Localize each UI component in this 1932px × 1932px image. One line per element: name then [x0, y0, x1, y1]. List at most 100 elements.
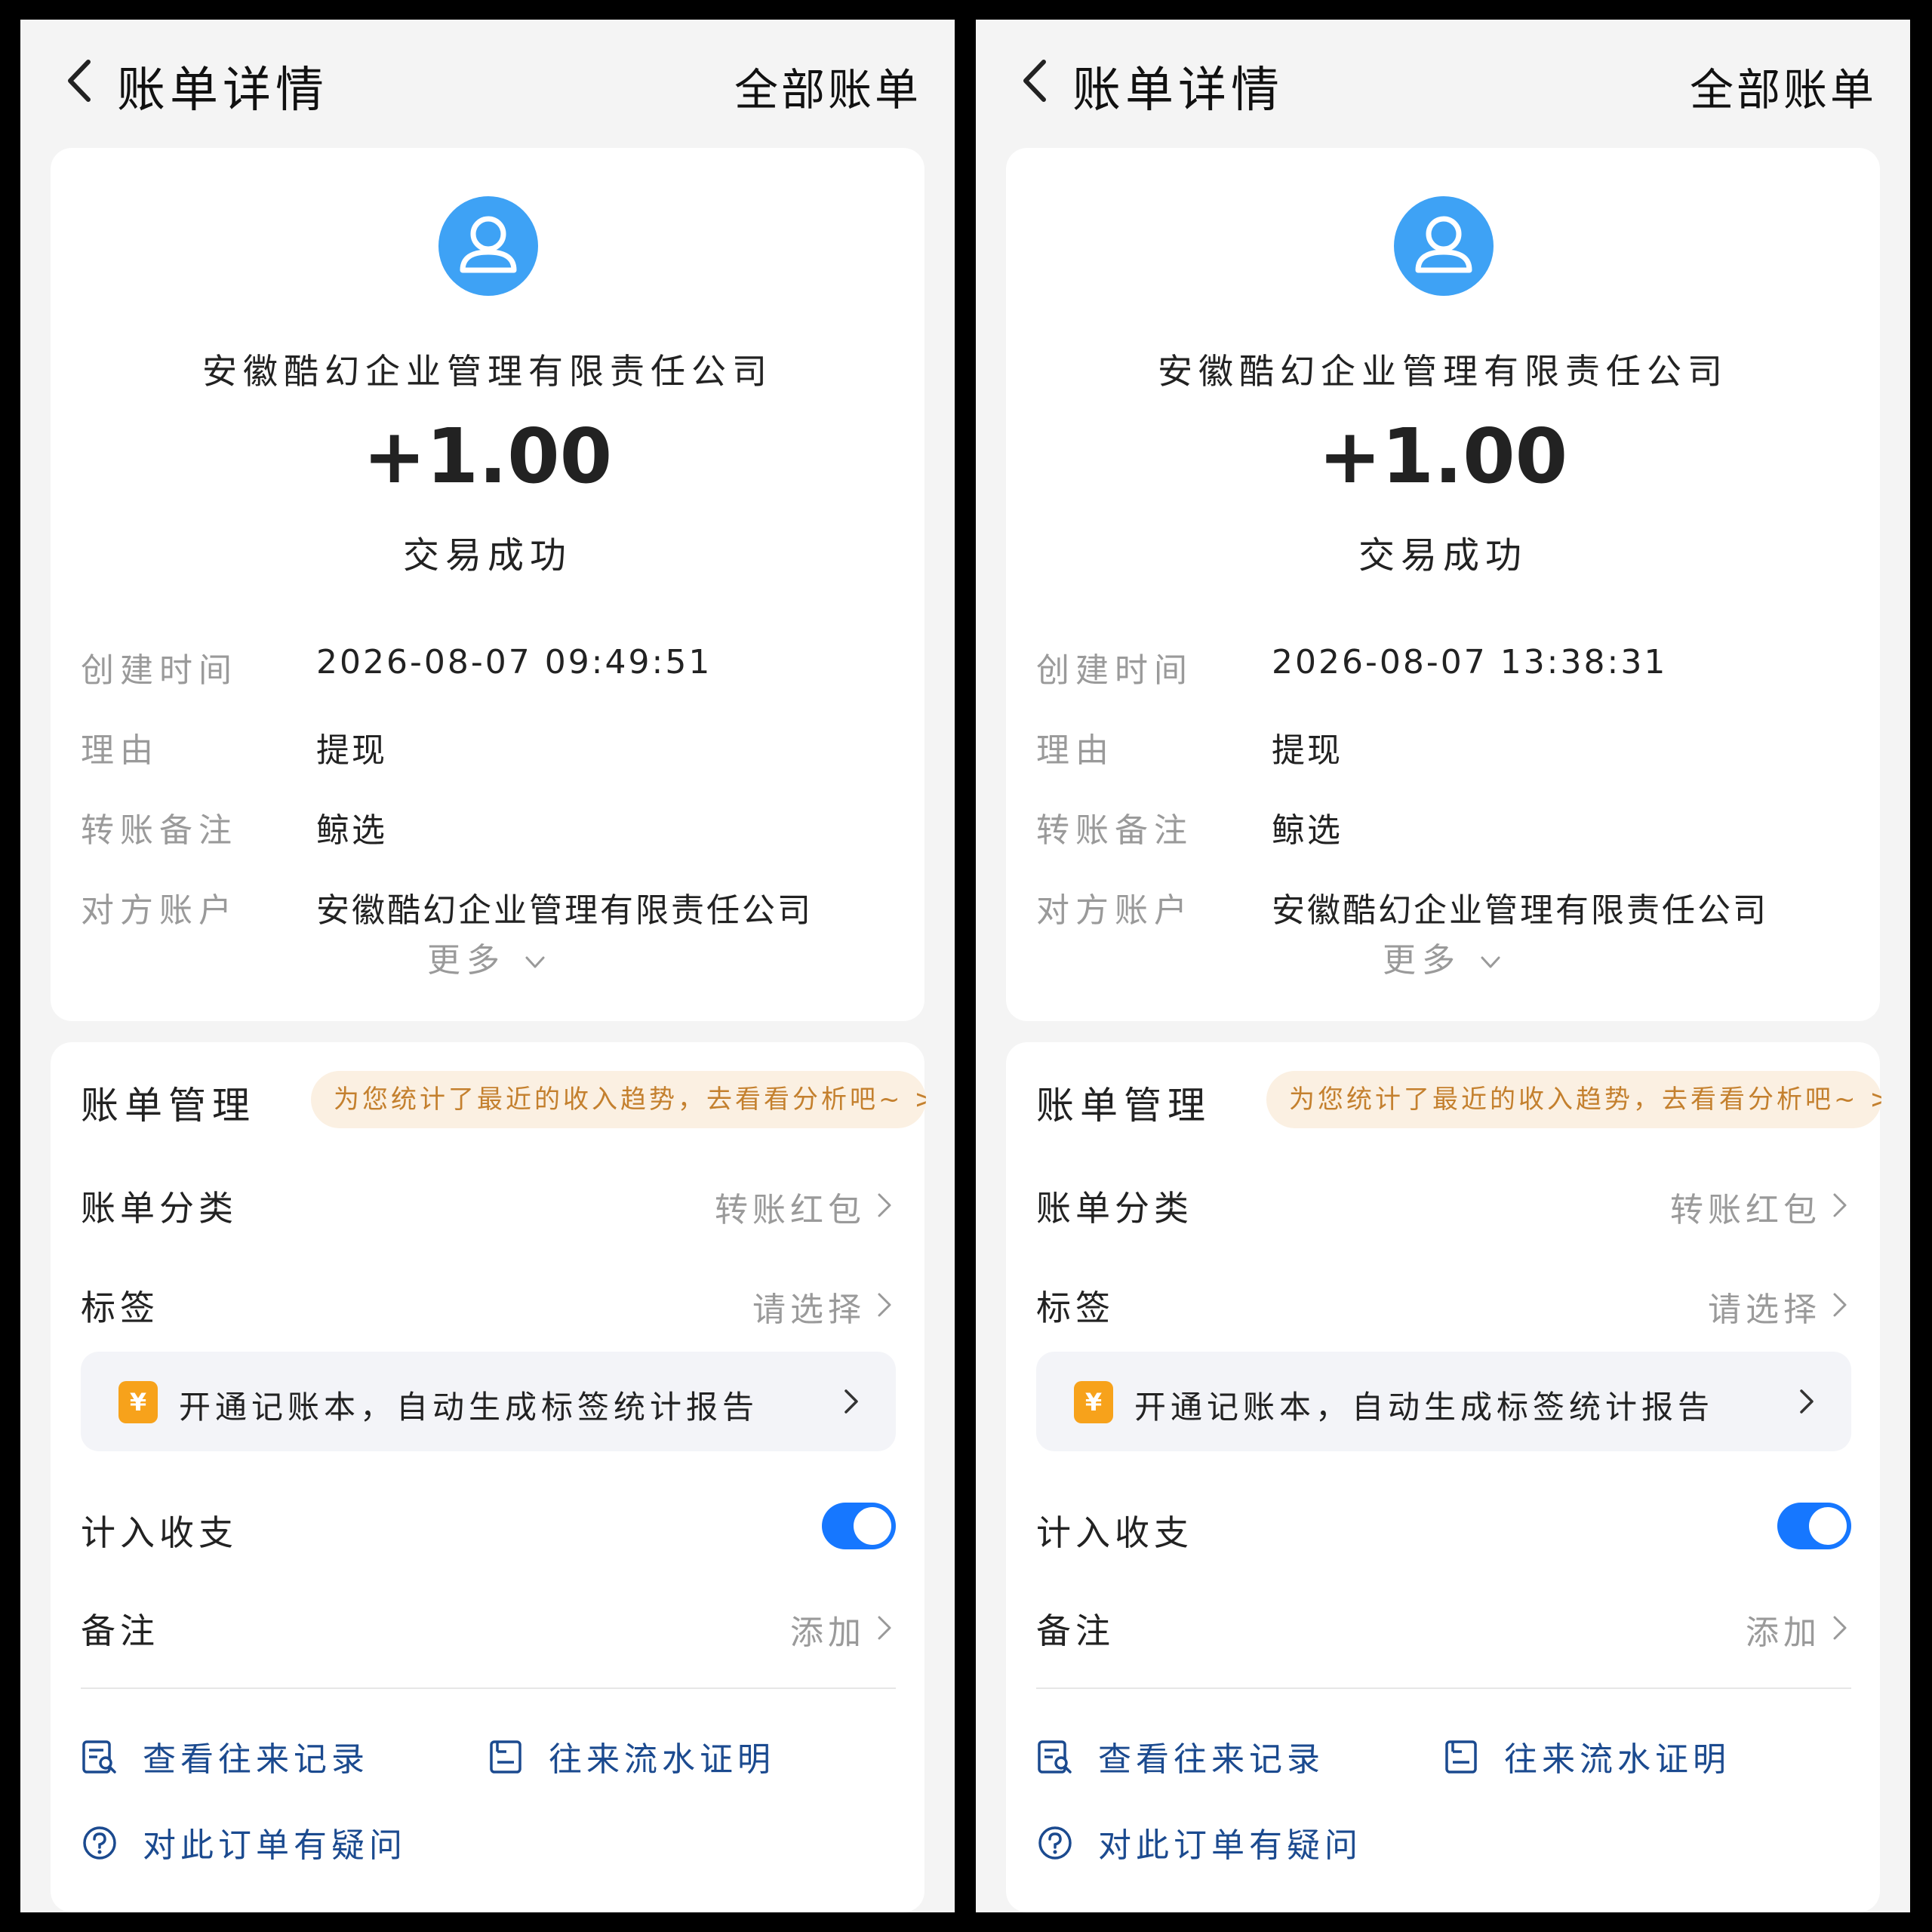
bill-category-row[interactable]: 账单分类 转账红包 — [1036, 1171, 1851, 1238]
detail-row-counterparty: 对方账户 安徽酷幻企业管理有限责任公司 — [81, 878, 896, 931]
include-in-stats-toggle[interactable] — [1777, 1503, 1851, 1549]
chevron-right-icon — [1795, 1383, 1818, 1420]
document-icon — [1442, 1738, 1480, 1776]
chevron-down-icon — [1481, 956, 1500, 968]
bill-detail-screen-right: 账单详情 全部账单 安徽酷幻企业管理有限责任公司 +1.00 交易成功 创建时间… — [976, 20, 1910, 1912]
tags-row[interactable]: 标签 请选择 — [81, 1270, 896, 1338]
transaction-proof-link[interactable]: 往来流水证明 — [487, 1727, 894, 1788]
detail-label: 创建时间 — [81, 651, 238, 690]
transaction-amount: +1.00 — [362, 412, 613, 500]
transaction-summary-card: 安徽酷幻企业管理有限责任公司 +1.00 交易成功 创建时间 2026-08-0… — [51, 148, 924, 1021]
detail-value: 鲸选 — [1272, 811, 1343, 850]
detail-label: 转账备注 — [81, 811, 238, 850]
more-button[interactable]: 更多 — [51, 933, 924, 981]
include-in-stats-row: 计入收支 — [81, 1495, 896, 1563]
chevron-right-icon — [840, 1383, 863, 1420]
tip-text: 为您统计了最近的收入趋势，去看看分析吧~ — [1289, 1084, 1859, 1115]
chevron-right-icon — [1829, 1287, 1851, 1323]
top-nav-bar: 账单详情 全部账单 — [20, 20, 955, 133]
payee-name: 安徽酷幻企业管理有限责任公司 — [1158, 351, 1728, 392]
row-label: 标签 — [81, 1287, 159, 1328]
chevron-right-icon — [873, 1187, 896, 1223]
tip-text: 为您统计了最近的收入趋势，去看看分析吧~ — [334, 1084, 903, 1115]
chevron-down-icon — [525, 956, 545, 968]
chevron-right-icon — [1829, 1187, 1851, 1223]
detail-label: 创建时间 — [1036, 651, 1193, 690]
link-text: 往来流水证明 — [1504, 1740, 1730, 1779]
detail-row-transfer-note: 转账备注 鲸选 — [81, 798, 896, 851]
chevron-right-icon: > — [914, 1084, 926, 1115]
detail-label: 对方账户 — [81, 891, 238, 930]
chevron-right-icon — [1829, 1610, 1851, 1646]
include-in-stats-toggle[interactable] — [822, 1503, 896, 1549]
transaction-proof-link[interactable]: 往来流水证明 — [1442, 1727, 1850, 1788]
income-trend-tip[interactable]: 为您统计了最近的收入趋势，去看看分析吧~ > — [1266, 1071, 1881, 1128]
row-label: 账单分类 — [81, 1188, 238, 1229]
income-trend-tip[interactable]: 为您统计了最近的收入趋势，去看看分析吧~ > — [311, 1071, 926, 1128]
row-value: 添加 — [790, 1614, 866, 1652]
avatar-user-icon — [1394, 196, 1494, 296]
row-label: 备注 — [81, 1611, 159, 1651]
row-value: 转账红包 — [715, 1191, 866, 1229]
order-question-link[interactable]: 对此订单有疑问 — [81, 1814, 503, 1874]
section-title: 账单管理 — [81, 1084, 256, 1128]
row-label: 备注 — [1036, 1611, 1115, 1651]
row-value: 转账红包 — [1670, 1191, 1821, 1229]
detail-label: 理由 — [1036, 731, 1115, 770]
detail-row-created-time: 创建时间 2026-08-07 13:38:31 — [1036, 638, 1851, 691]
detail-value: 提现 — [1272, 731, 1343, 770]
page-title: 账单详情 — [117, 63, 328, 118]
row-label: 计入收支 — [1036, 1512, 1193, 1553]
detail-value: 2026-08-07 09:49:51 — [316, 643, 712, 681]
more-label: 更多 — [1383, 941, 1461, 980]
note-row[interactable]: 备注 添加 — [1036, 1593, 1851, 1661]
section-title: 账单管理 — [1036, 1084, 1211, 1128]
promo-text: 开通记账本，自动生成标签统计报告 — [179, 1389, 759, 1426]
back-icon[interactable] — [54, 47, 106, 115]
detail-value: 安徽酷幻企业管理有限责任公司 — [316, 891, 813, 930]
detail-row-created-time: 创建时间 2026-08-07 09:49:51 — [81, 638, 896, 691]
note-row[interactable]: 备注 添加 — [81, 1593, 896, 1661]
link-text: 查看往来记录 — [143, 1740, 369, 1779]
avatar-user-icon — [438, 196, 538, 296]
detail-value: 2026-08-07 13:38:31 — [1272, 643, 1668, 681]
row-label: 计入收支 — [81, 1512, 238, 1553]
records-search-icon — [81, 1738, 118, 1776]
promo-text: 开通记账本，自动生成标签统计报告 — [1134, 1389, 1715, 1426]
include-in-stats-row: 计入收支 — [1036, 1495, 1851, 1563]
question-icon — [1036, 1824, 1074, 1862]
payee-name: 安徽酷幻企业管理有限责任公司 — [202, 351, 773, 392]
detail-label: 理由 — [81, 731, 159, 770]
bill-category-row[interactable]: 账单分类 转账红包 — [81, 1171, 896, 1238]
chevron-right-icon — [873, 1610, 896, 1646]
bill-management-card: 账单管理 为您统计了最近的收入趋势，去看看分析吧~ > 账单分类 转账红包 标签… — [51, 1042, 926, 1912]
detail-label: 对方账户 — [1036, 891, 1193, 930]
all-bills-link[interactable]: 全部账单 — [1690, 54, 1877, 118]
transaction-status: 交易成功 — [1358, 534, 1527, 577]
ledger-promo-banner[interactable]: ¥ 开通记账本，自动生成标签统计报告 — [81, 1352, 896, 1451]
more-label: 更多 — [427, 941, 506, 980]
divider — [1036, 1687, 1851, 1689]
detail-row-reason: 理由 提现 — [81, 718, 896, 771]
detail-value: 提现 — [316, 731, 387, 770]
chevron-right-icon — [873, 1287, 896, 1323]
all-bills-link[interactable]: 全部账单 — [734, 54, 921, 118]
order-question-link[interactable]: 对此订单有疑问 — [1036, 1814, 1459, 1874]
link-text: 对此订单有疑问 — [1098, 1826, 1362, 1865]
more-button[interactable]: 更多 — [1006, 933, 1880, 981]
view-records-link[interactable]: 查看往来记录 — [1036, 1727, 1429, 1788]
view-records-link[interactable]: 查看往来记录 — [81, 1727, 473, 1788]
back-icon[interactable] — [1009, 47, 1062, 115]
transaction-summary-card: 安徽酷幻企业管理有限责任公司 +1.00 交易成功 创建时间 2026-08-0… — [1006, 148, 1880, 1021]
toggle-knob — [854, 1507, 891, 1545]
detail-row-reason: 理由 提现 — [1036, 718, 1851, 771]
detail-value: 鲸选 — [316, 811, 387, 850]
row-value: 添加 — [1746, 1614, 1821, 1652]
bill-detail-screen-left: 账单详情 全部账单 安徽酷幻企业管理有限责任公司 +1.00 交易成功 创建时间… — [20, 20, 955, 1912]
detail-label: 转账备注 — [1036, 811, 1193, 850]
detail-row-transfer-note: 转账备注 鲸选 — [1036, 798, 1851, 851]
tags-row[interactable]: 标签 请选择 — [1036, 1270, 1851, 1338]
ledger-promo-banner[interactable]: ¥ 开通记账本，自动生成标签统计报告 — [1036, 1352, 1851, 1451]
toggle-knob — [1809, 1507, 1847, 1545]
transaction-amount: +1.00 — [1318, 412, 1568, 500]
